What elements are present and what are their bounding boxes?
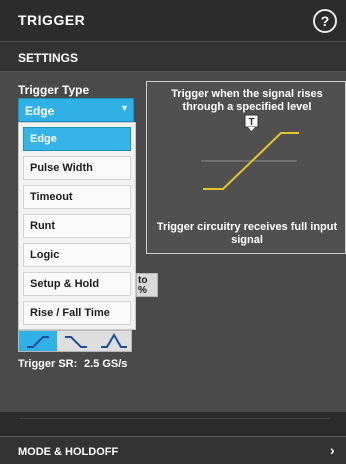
trigger-type-label: Trigger Type (18, 83, 90, 97)
title-bar: TRIGGER ? (0, 0, 346, 42)
mode-holdoff-label: MODE & HOLDOFF (18, 446, 119, 458)
chevron-down-icon: ▾ (122, 103, 128, 114)
trigger-sr-label: Trigger SR: (18, 358, 78, 370)
divider (20, 418, 330, 419)
chevron-right-icon: › (330, 442, 335, 458)
menu-item-edge[interactable]: Edge (23, 127, 131, 151)
rising-edge-icon (27, 336, 49, 348)
slope-selector (18, 330, 132, 352)
menu-item-label: Setup & Hold (30, 278, 100, 290)
mode-holdoff-section[interactable]: MODE & HOLDOFF › (0, 436, 346, 464)
trigger-sr-value: 2.5 GS/s (84, 358, 128, 370)
menu-item-setup-hold[interactable]: Setup & Hold (23, 272, 131, 296)
menu-item-label: Runt (30, 220, 56, 232)
menu-item-timeout[interactable]: Timeout (23, 185, 131, 209)
slope-rising-button[interactable] (19, 331, 57, 351)
percent-level-button[interactable]: to % (136, 273, 158, 297)
menu-item-label: Logic (30, 249, 60, 261)
slope-falling-button[interactable] (57, 331, 95, 351)
menu-item-label: Pulse Width (30, 162, 93, 174)
menu-item-label: Timeout (30, 191, 73, 203)
trigger-type-selected: Edge (25, 104, 55, 118)
menu-item-label: Rise / Fall Time (30, 307, 110, 319)
either-edge-icon (101, 333, 127, 348)
panel-title: TRIGGER (18, 12, 86, 28)
timebase-strip (0, 412, 346, 436)
menu-item-logic[interactable]: Logic (23, 243, 131, 267)
settings-label: SETTINGS (18, 51, 79, 65)
trigger-marker-icon: T (244, 114, 259, 131)
trigger-marker-letter: T (248, 117, 254, 128)
menu-item-rise-fall-time[interactable]: Rise / Fall Time (23, 301, 131, 325)
menu-item-runt[interactable]: Runt (23, 214, 131, 238)
preview-caption-bottom: Trigger circuitry receives full input si… (156, 221, 338, 246)
menu-item-label: Edge (30, 133, 57, 145)
falling-edge-icon (65, 336, 87, 348)
help-icon[interactable]: ? (313, 9, 337, 33)
trigger-preview: Trigger when the signal rises through a … (146, 81, 346, 254)
percent-level-label: to % (138, 275, 148, 296)
trigger-type-menu: Edge Pulse Width Timeout Runt Logic Setu… (18, 122, 136, 330)
trigger-type-dropdown[interactable]: Edge ▾ (18, 98, 134, 122)
slope-either-button[interactable] (95, 331, 133, 351)
menu-item-pulse-width[interactable]: Pulse Width (23, 156, 131, 180)
settings-header[interactable]: SETTINGS (0, 42, 346, 72)
